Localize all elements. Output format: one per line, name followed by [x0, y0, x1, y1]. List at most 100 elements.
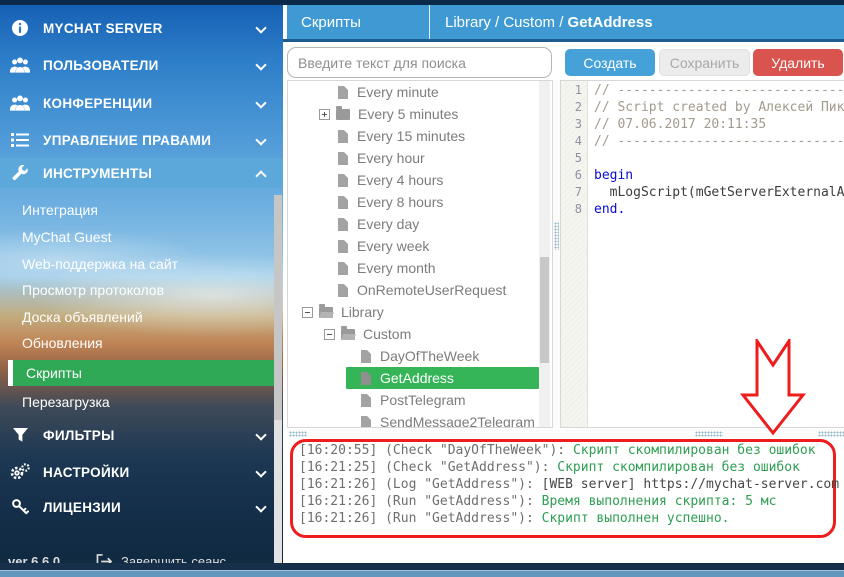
- list-icon: [10, 131, 30, 149]
- tab-scripts[interactable]: Скрипты: [287, 5, 430, 39]
- file-icon: [361, 416, 371, 429]
- chevron-down-icon: [255, 134, 266, 145]
- tree-item[interactable]: Every week: [288, 235, 552, 257]
- file-icon: [338, 218, 348, 231]
- create-button[interactable]: Создать: [565, 49, 655, 76]
- vertical-splitter[interactable]: [553, 80, 560, 428]
- sidebar-item-scripts-selected[interactable]: Скрипты: [8, 360, 275, 386]
- sidebar-item-tools[interactable]: ИНСТРУМЕНТЫ: [0, 158, 283, 188]
- tree-item[interactable]: SendMessage2Telegram: [288, 411, 552, 428]
- tree-item-library[interactable]: Library: [288, 301, 552, 323]
- sidebar-item-integration[interactable]: Интеграция: [0, 197, 283, 223]
- chevron-down-icon: [255, 501, 266, 512]
- log-line: [16:21:26] (Run "GetAddress"): Скрипт вы…: [299, 511, 839, 528]
- file-icon: [338, 130, 348, 143]
- sidebar-item-licenses[interactable]: ЛИЦЕНЗИИ: [0, 492, 283, 522]
- collapse-icon[interactable]: [324, 329, 335, 340]
- sidebar-item-conferences[interactable]: КОНФЕРЕНЦИИ: [0, 88, 283, 118]
- file-icon: [361, 350, 371, 363]
- tree-item-selected[interactable]: GetAddress: [346, 367, 539, 389]
- code-line: mLogScript(mGetServerExternalAd: [594, 185, 844, 202]
- file-icon: [338, 196, 348, 209]
- chevron-down-icon: [255, 97, 266, 108]
- sidebar-item-mychat-server[interactable]: MYCHAT SERVER: [0, 13, 283, 43]
- bottom-frame-strip-dark: [0, 563, 844, 570]
- vertical-splitter-handle[interactable]: [554, 222, 559, 250]
- log-line: [16:20:55] (Check "DayOfTheWeek"): Скрип…: [299, 443, 839, 460]
- page-header: Скрипты Library / Custom / GetAddress: [287, 5, 844, 39]
- gears-icon: [10, 463, 30, 481]
- tree-item[interactable]: Every 8 hours: [288, 191, 552, 213]
- log-line: [16:21:26] (Log "GetAddress"): [WEB serv…: [299, 477, 839, 494]
- sidebar-item-users[interactable]: ПОЛЬЗОВАТЕЛИ: [0, 50, 283, 80]
- open-folder-icon: [319, 307, 333, 318]
- file-icon: [361, 372, 371, 385]
- file-icon: [361, 394, 371, 407]
- header-underline: [283, 39, 844, 42]
- code-line: // Script created by Алексей Пику: [594, 100, 844, 117]
- code-line: // -------------------------------------…: [594, 83, 844, 100]
- annotation-arrow-icon: [737, 339, 809, 436]
- tree-scrollbar-thumb[interactable]: [540, 257, 549, 363]
- code-line: [594, 151, 844, 168]
- sidebar-item-bulletin-board[interactable]: Доска объявлений: [0, 304, 283, 330]
- tree-item[interactable]: PostTelegram: [288, 389, 552, 411]
- log-output-panel: [16:20:55] (Check "DayOfTheWeek"): Скрип…: [287, 437, 844, 563]
- sidebar-item-mychat-guest[interactable]: MyChat Guest: [0, 224, 283, 250]
- collapse-icon[interactable]: [302, 307, 313, 318]
- tree-item[interactable]: Every month: [288, 257, 552, 279]
- info-icon: [10, 19, 30, 37]
- log-lines: [16:20:55] (Check "DayOfTheWeek"): Скрип…: [299, 443, 839, 528]
- expand-icon[interactable]: [319, 109, 330, 120]
- search-input[interactable]: [287, 47, 552, 78]
- log-line: [16:21:25] (Check "GetAddress"): Скрипт …: [299, 460, 839, 477]
- chevron-down-icon: [255, 429, 266, 440]
- file-icon: [338, 262, 348, 275]
- sidebar-item-settings[interactable]: НАСТРОЙКИ: [0, 457, 283, 487]
- chevron-up-icon: [255, 170, 266, 181]
- tree-item[interactable]: OnRemoteUserRequest: [288, 279, 552, 301]
- sidebar-scrollbar-thumb[interactable]: [274, 195, 282, 420]
- open-folder-icon: [341, 329, 355, 340]
- chevron-down-icon: [255, 59, 266, 70]
- users-icon: [10, 56, 30, 74]
- code-line: // 07.06.2017 20:11:35: [594, 117, 844, 134]
- chevron-down-icon: [255, 466, 266, 477]
- sidebar-item-web-support[interactable]: Web-поддержка на сайт: [0, 251, 283, 277]
- file-icon: [338, 152, 348, 165]
- log-line: [16:21:26] (Run "GetAddress"): Время вып…: [299, 494, 839, 511]
- code-line: end.: [594, 202, 844, 219]
- delete-button[interactable]: Удалить: [753, 49, 843, 76]
- sidebar-item-filters[interactable]: ФИЛЬТРЫ: [0, 420, 283, 450]
- mychat-admin-window: MYCHAT SERVER ПОЛЬЗОВАТЕЛИ КОНФЕРЕНЦИИ У…: [0, 0, 844, 577]
- tree-item[interactable]: Every day: [288, 213, 552, 235]
- sidebar-item-updates[interactable]: Обновления: [0, 330, 283, 356]
- file-icon: [338, 86, 348, 99]
- tree-item-custom[interactable]: Custom: [288, 323, 552, 345]
- key-icon: [10, 498, 30, 516]
- code-line: // -------------------------------------…: [594, 134, 844, 151]
- file-icon: [338, 284, 348, 297]
- tree-item[interactable]: Every 5 minutes: [288, 103, 552, 125]
- bottom-frame-strip-blue: [0, 570, 844, 577]
- tree-item[interactable]: Every 15 minutes: [288, 125, 552, 147]
- file-icon: [338, 174, 348, 187]
- users-icon: [10, 94, 30, 112]
- script-tree: Every minute Every 5 minutes Every 15 mi…: [287, 80, 553, 428]
- breadcrumb[interactable]: Library / Custom / GetAddress: [430, 5, 844, 39]
- tree-item[interactable]: Every hour: [288, 147, 552, 169]
- filter-icon: [10, 426, 30, 444]
- code-line: begin: [594, 168, 844, 185]
- file-icon: [338, 240, 348, 253]
- tree-scrollbar-track[interactable]: [539, 81, 550, 427]
- sidebar-item-protocols[interactable]: Просмотр протоколов: [0, 277, 283, 303]
- tree-item[interactable]: DayOfTheWeek: [288, 345, 552, 367]
- tree-item[interactable]: Every 4 hours: [288, 169, 552, 191]
- save-button[interactable]: Сохранить: [659, 49, 750, 76]
- folder-icon: [336, 109, 350, 120]
- sidebar-item-restart[interactable]: Перезагрузка: [0, 389, 283, 415]
- sidebar: MYCHAT SERVER ПОЛЬЗОВАТЕЛИ КОНФЕРЕНЦИИ У…: [0, 5, 283, 570]
- sidebar-item-rights-management[interactable]: УПРАВЛЕНИЕ ПРАВАМИ: [0, 125, 283, 155]
- tree-item[interactable]: Every minute: [288, 81, 552, 103]
- wrench-icon: [10, 164, 30, 182]
